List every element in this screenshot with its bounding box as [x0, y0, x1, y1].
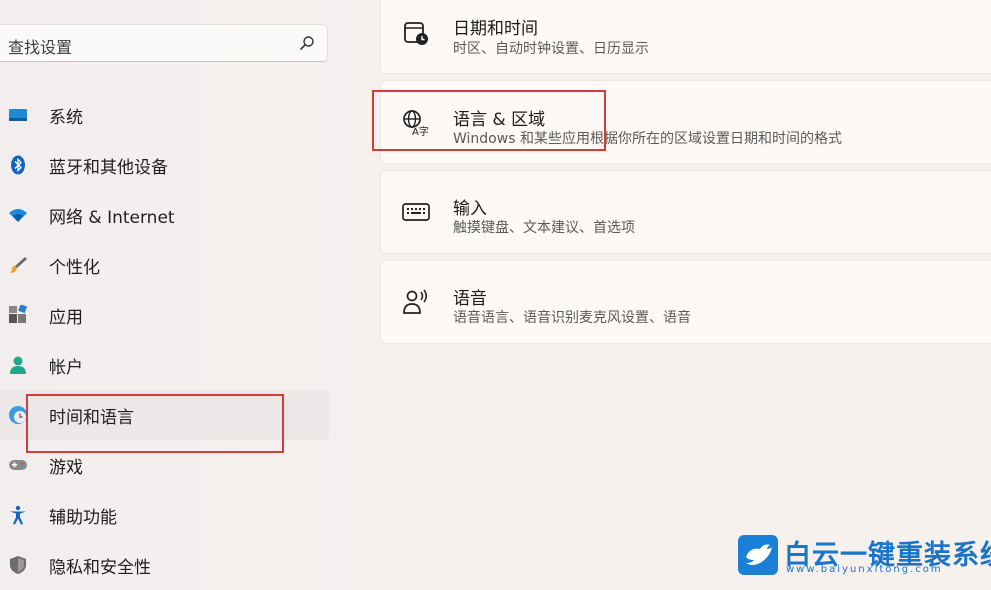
sidebar-item-system[interactable]: 系统: [0, 90, 330, 140]
watermark: 白云一键重装系统 www.baiyunxitong.com: [738, 535, 991, 579]
sidebar-item-network[interactable]: 网络 & Internet: [0, 190, 330, 240]
accessibility-icon: [10, 505, 26, 525]
card-speech[interactable]: 语音 语音语言、语音识别麦克风设置、语音: [380, 260, 991, 344]
card-input[interactable]: 输入 触摸键盘、文本建议、首选项: [380, 170, 991, 254]
sidebar-item-accounts[interactable]: 帐户: [0, 340, 330, 390]
apps-icon: [9, 305, 28, 323]
sidebar-item-accessibility[interactable]: 辅助功能: [0, 490, 330, 540]
keyboard-icon: [402, 203, 430, 221]
watermark-url: www.baiyunxitong.com: [786, 564, 943, 575]
sidebar-item-label: 个性化: [49, 258, 100, 278]
shield-icon: [10, 556, 26, 574]
card-title: 日期和时间: [453, 19, 538, 39]
card-title: 输入: [453, 199, 487, 219]
card-date-time[interactable]: 日期和时间 时区、自动时钟设置、日历显示: [380, 0, 991, 74]
sidebar-item-label: 网络 & Internet: [49, 208, 175, 228]
sidebar-item-label: 蓝牙和其他设备: [49, 158, 168, 178]
sidebar-nav: 系统 蓝牙和其他设备 网络 & Internet 个性化 应用 帐户 时间和语言…: [0, 90, 330, 590]
sidebar-item-personalization[interactable]: 个性化: [0, 240, 330, 290]
search-box[interactable]: 查找设置: [0, 24, 328, 62]
system-icon: [9, 109, 27, 121]
brush-icon: [10, 257, 27, 273]
search-input[interactable]: 查找设置: [8, 34, 72, 58]
bluetooth-icon: [11, 155, 25, 175]
sidebar-item-label: 系统: [49, 108, 83, 128]
calendar-clock-icon: [404, 22, 428, 45]
card-subtitle: 时区、自动时钟设置、日历显示: [453, 41, 649, 57]
sidebar-item-label: 游戏: [49, 458, 83, 478]
search-icon[interactable]: [299, 35, 315, 51]
gamepad-icon: [9, 460, 27, 470]
sidebar-item-label: 帐户: [49, 358, 83, 378]
sidebar-item-privacy[interactable]: 隐私和安全性: [0, 540, 330, 590]
sidebar-item-label: 隐私和安全性: [49, 558, 151, 578]
annotation-highlight-box: [26, 394, 284, 453]
card-title: 语音: [453, 289, 487, 309]
sidebar-item-apps[interactable]: 应用: [0, 290, 330, 340]
bird-logo-icon: [738, 535, 778, 575]
card-subtitle: 触摸键盘、文本建议、首选项: [453, 220, 635, 236]
wifi-icon: [9, 209, 27, 222]
speech-icon: [403, 289, 428, 314]
sidebar-item-label: 应用: [49, 308, 83, 328]
card-subtitle: 语音语言、语音识别麦克风设置、语音: [453, 310, 691, 326]
sidebar-item-bluetooth[interactable]: 蓝牙和其他设备: [0, 140, 330, 190]
time-language-icon: [9, 406, 27, 424]
account-icon: [10, 356, 26, 374]
annotation-highlight-box: [372, 90, 606, 151]
sidebar-item-label: 辅助功能: [49, 508, 117, 528]
